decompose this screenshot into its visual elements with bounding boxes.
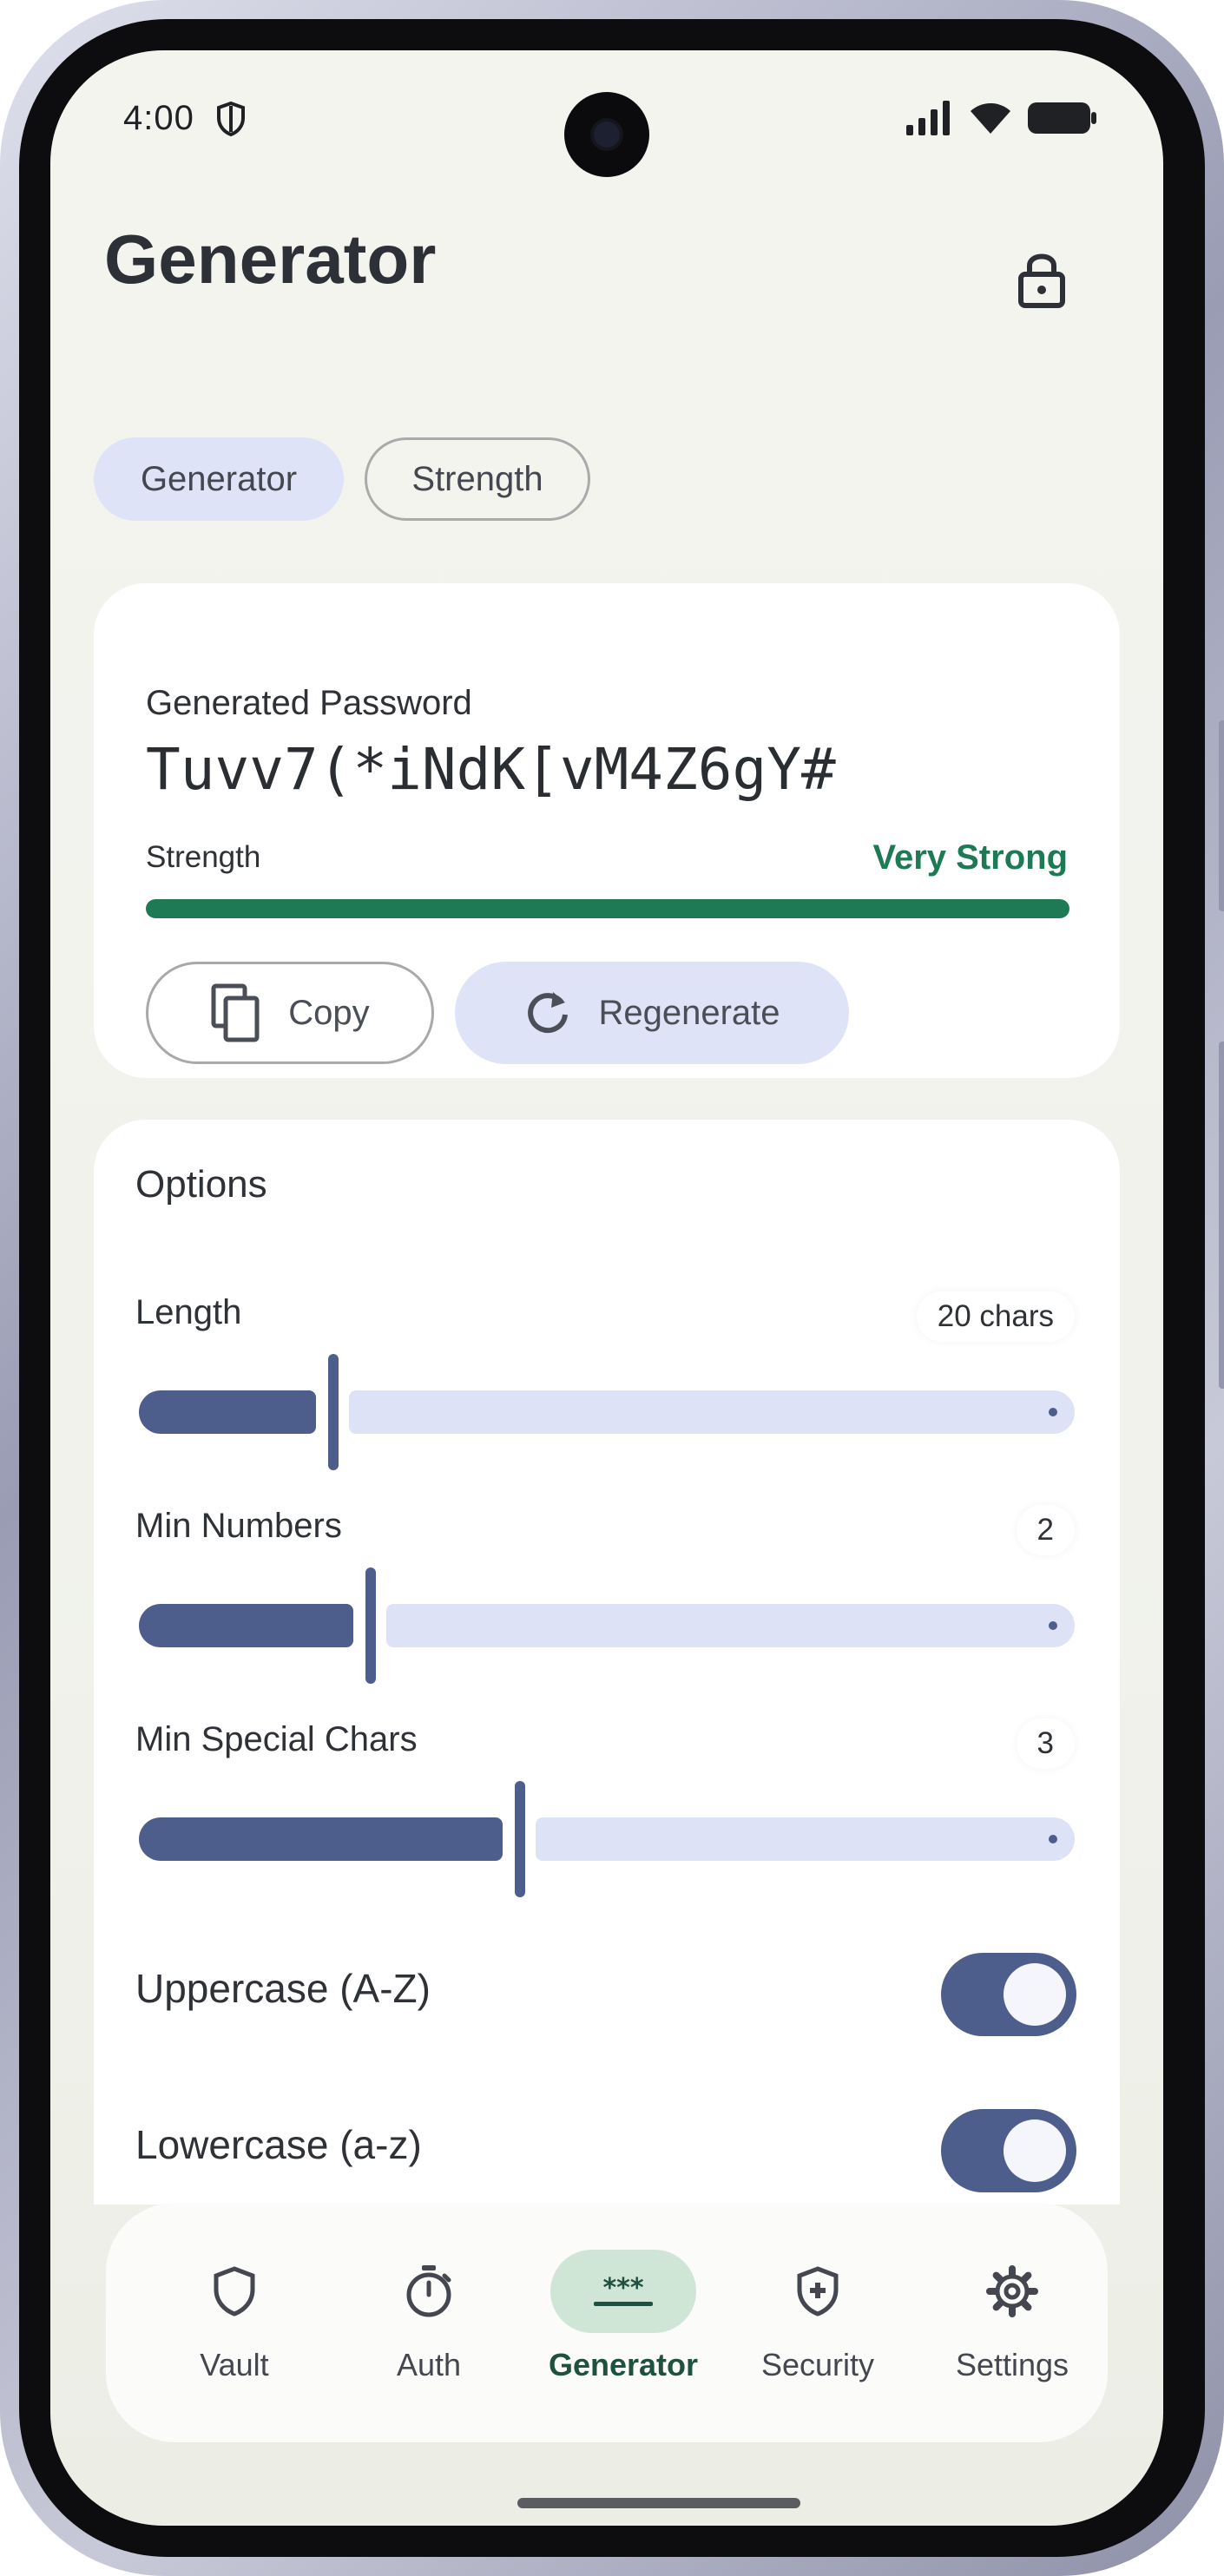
generated-password-label: Generated Password (146, 684, 472, 722)
options-title: Options (135, 1163, 267, 1206)
slider-active-track (139, 1604, 353, 1647)
min-numbers-slider[interactable] (139, 1567, 1075, 1684)
lock-icon[interactable] (1016, 248, 1068, 309)
nav-icon-container (745, 2250, 891, 2333)
nav-vault[interactable]: Vault (137, 2250, 311, 2415)
slider-end-dot (1049, 1408, 1057, 1416)
slider-inactive-track (386, 1604, 1075, 1647)
power-button (1219, 1042, 1224, 1389)
regenerate-button[interactable]: Regenerate (455, 962, 849, 1064)
strength-label: Strength (146, 840, 261, 874)
volume-button (1219, 720, 1224, 911)
svg-text:***: *** (602, 2274, 643, 2303)
refresh-icon (528, 992, 569, 1034)
nav-settings[interactable]: Settings (915, 2250, 1089, 2415)
timer-icon (406, 2265, 451, 2317)
length-slider[interactable] (139, 1354, 1075, 1470)
copy-icon (211, 983, 260, 1042)
tab-strength[interactable]: Strength (365, 437, 590, 521)
min-special-slider[interactable] (139, 1781, 1075, 1897)
options-card: Options Length 20 chars Min Numbers 2 Mi… (94, 1120, 1120, 2205)
generated-password-value: Tuvv7(*iNdK[vM4Z6gY# (146, 736, 836, 803)
bottom-navigation: Vault Auth *** Generator Security Settin… (106, 2203, 1108, 2442)
tab-generator[interactable]: Generator (94, 437, 344, 521)
nav-generator[interactable]: *** Generator (526, 2250, 700, 2415)
lowercase-toggle[interactable] (941, 2109, 1076, 2192)
page-title: Generator (104, 220, 437, 298)
slider-active-track (139, 1817, 503, 1861)
gear-icon (986, 2265, 1038, 2317)
nav-icon-container (356, 2250, 502, 2333)
status-icons (906, 101, 1097, 135)
min-numbers-label: Min Numbers (135, 1507, 342, 1545)
slider-thumb[interactable] (515, 1781, 525, 1897)
password-icon: *** (594, 2274, 653, 2306)
nav-settings-label: Settings (955, 2347, 1069, 2382)
lowercase-label: Lowercase (a-z) (135, 2122, 422, 2167)
slider-thumb[interactable] (365, 1567, 376, 1684)
toggle-knob (1004, 2119, 1066, 2182)
signal-icon (906, 101, 950, 135)
security-shield-plus-icon (797, 2266, 839, 2316)
nav-auth[interactable]: Auth (332, 2250, 505, 2415)
nav-security[interactable]: Security (721, 2250, 894, 2415)
generated-password-card: Generated Password Tuvv7(*iNdK[vM4Z6gY# … (94, 583, 1120, 1078)
slider-active-track (139, 1390, 316, 1434)
strength-value: Very Strong (872, 838, 1068, 877)
front-camera (564, 92, 649, 177)
toggle-knob (1004, 1963, 1066, 2026)
slider-end-dot (1049, 1621, 1057, 1630)
regenerate-button-label: Regenerate (598, 993, 780, 1032)
copy-button-label: Copy (288, 993, 370, 1032)
length-label: Length (135, 1293, 242, 1331)
slider-inactive-track (349, 1390, 1075, 1434)
min-numbers-value: 2 (1016, 1505, 1075, 1555)
slider-thumb[interactable] (328, 1354, 339, 1470)
nav-icon-container: *** (550, 2250, 696, 2333)
strength-meter (146, 899, 1069, 918)
copy-button[interactable]: Copy (146, 962, 434, 1064)
home-indicator (517, 2498, 800, 2508)
uppercase-toggle[interactable] (941, 1953, 1076, 2036)
slider-end-dot (1049, 1835, 1057, 1843)
nav-icon-container (939, 2250, 1085, 2333)
shield-icon (214, 2266, 255, 2316)
device-frame: 4:00 Generator Generator Strength Genera… (0, 0, 1224, 2576)
screen: 4:00 Generator Generator Strength Genera… (50, 50, 1163, 2526)
battery-icon (1028, 102, 1096, 134)
uppercase-label: Uppercase (A-Z) (135, 1966, 431, 2011)
nav-icon-container (161, 2250, 307, 2333)
min-special-label: Min Special Chars (135, 1720, 418, 1758)
vpn-shield-icon (217, 101, 245, 137)
slider-inactive-track (536, 1817, 1075, 1861)
length-value: 20 chars (916, 1291, 1075, 1342)
wifi-icon (971, 103, 1010, 134)
status-time: 4:00 (123, 99, 194, 137)
min-special-value: 3 (1016, 1718, 1075, 1769)
